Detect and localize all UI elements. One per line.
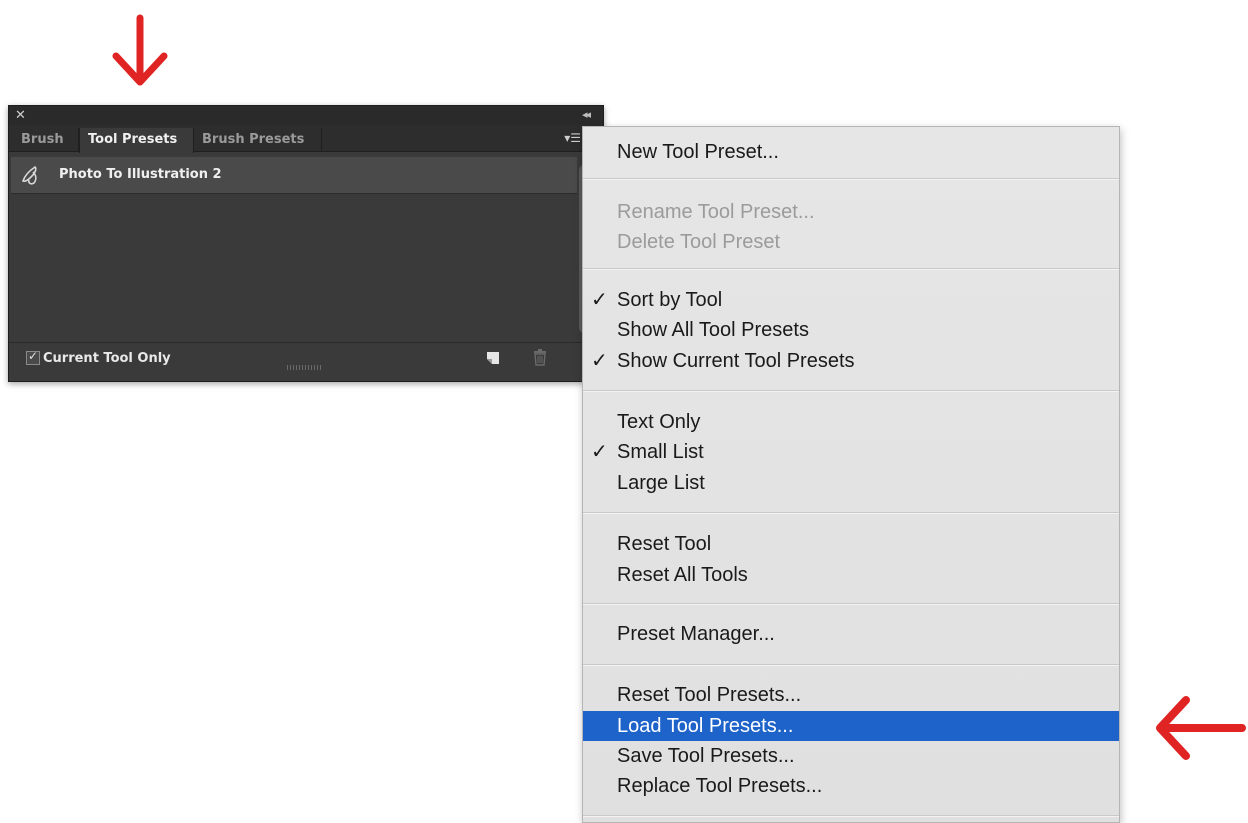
tab-brush-presets[interactable]: Brush Presets — [194, 128, 322, 152]
new-preset-icon[interactable] — [486, 351, 500, 365]
preset-label: Photo To Illustration 2 — [59, 167, 222, 182]
menu-item-load-tool-presets[interactable]: Load Tool Presets... — [583, 711, 1119, 741]
menu-item-show-current-tool-presets[interactable]: ✓ Show Current Tool Presets — [583, 346, 1119, 376]
close-icon[interactable]: ✕ — [15, 107, 26, 123]
menu-separator — [583, 268, 1119, 270]
tab-brush[interactable]: Brush — [13, 128, 79, 152]
red-arrow-down-icon — [112, 14, 168, 86]
preset-item[interactable]: Photo To Illustration 2 — [11, 157, 577, 194]
panel-menu-icon[interactable]: ▾☰ — [564, 131, 581, 145]
menu-item-reset-tool-presets[interactable]: Reset Tool Presets... — [583, 680, 1119, 710]
panel-tab-bar: Brush Tool Presets Brush Presets ▾☰ — [9, 125, 603, 153]
menu-separator — [583, 390, 1119, 392]
preset-list: Photo To Illustration 2 — [11, 154, 577, 340]
menu-item-preset-manager[interactable]: Preset Manager... — [583, 619, 1119, 649]
menu-separator — [583, 512, 1119, 514]
menu-item-reset-all-tools[interactable]: Reset All Tools — [583, 560, 1119, 590]
brush-tool-icon — [22, 165, 37, 185]
menu-item-small-list[interactable]: ✓ Small List — [583, 437, 1119, 467]
menu-item-new-tool-preset[interactable]: New Tool Preset... — [583, 137, 1119, 167]
red-arrow-left-icon — [1156, 696, 1246, 760]
checkmark-icon: ✓ — [591, 441, 608, 463]
menu-item-delete-tool-preset: Delete Tool Preset — [617, 231, 781, 253]
menu-item-replace-tool-presets[interactable]: Replace Tool Presets... — [583, 771, 1119, 801]
menu-separator — [583, 178, 1119, 180]
panel-footer: Current Tool Only — [9, 342, 603, 372]
menu-item-sort-by-tool[interactable]: ✓ Sort by Tool — [583, 285, 1119, 315]
panel-titlebar: ✕ ◂◂ — [9, 106, 603, 125]
menu-item-show-all-tool-presets[interactable]: Show All Tool Presets — [583, 315, 1119, 345]
current-tool-only-checkbox[interactable] — [26, 349, 40, 365]
menu-item-reset-tool[interactable]: Reset Tool — [583, 529, 1119, 559]
menu-item-rename-tool-preset: Rename Tool Preset... — [617, 201, 815, 223]
checkmark-icon: ✓ — [591, 289, 608, 311]
checkmark-icon: ✓ — [591, 350, 608, 372]
trash-icon[interactable] — [531, 348, 549, 366]
tool-presets-panel: ✕ ◂◂ Brush Tool Presets Brush Presets ▾☰… — [8, 105, 604, 382]
screenshot-stage: ✕ ◂◂ Brush Tool Presets Brush Presets ▾☰… — [0, 0, 1248, 823]
menu-item-large-list[interactable]: Large List — [583, 468, 1119, 498]
double-chevron-left-icon[interactable]: ◂◂ — [582, 107, 591, 123]
menu-item-save-tool-presets[interactable]: Save Tool Presets... — [583, 741, 1119, 771]
menu-item-text-only[interactable]: Text Only — [583, 407, 1119, 437]
panel-flyout-menu: New Tool Preset... Rename Tool Preset...… — [582, 126, 1120, 823]
tab-tool-presets[interactable]: Tool Presets — [79, 128, 194, 153]
menu-separator — [583, 815, 1119, 817]
current-tool-only-label: Current Tool Only — [43, 351, 171, 366]
resize-grip[interactable] — [287, 365, 321, 370]
menu-separator — [583, 603, 1119, 605]
menu-separator — [583, 664, 1119, 666]
